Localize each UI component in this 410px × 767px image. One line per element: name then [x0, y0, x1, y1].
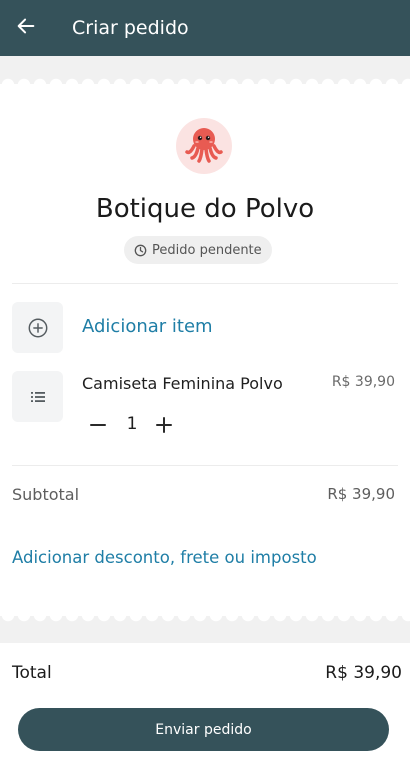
subtotal-label: Subtotal — [12, 485, 80, 504]
arrow-left-icon — [15, 15, 37, 41]
divider — [12, 283, 398, 284]
total-value: R$ 39,90 — [325, 663, 402, 683]
divider — [12, 465, 398, 466]
increment-button[interactable] — [151, 412, 177, 438]
app-bar: Criar pedido — [0, 0, 410, 56]
submit-order-button[interactable]: Enviar pedido — [18, 708, 389, 751]
plus-circle-icon — [27, 317, 49, 339]
octopus-icon — [182, 122, 226, 170]
quantity-value: 1 — [126, 414, 138, 434]
order-receipt: Botique do Polvo Pedido pendente Adicion… — [0, 77, 410, 623]
decrement-button[interactable] — [85, 412, 111, 438]
subtotal-value: R$ 39,90 — [327, 485, 395, 503]
minus-icon — [89, 416, 107, 434]
status-badge: Pedido pendente — [124, 236, 272, 264]
status-label: Pedido pendente — [152, 242, 262, 258]
total-bar: Total R$ 39,90 Enviar pedido — [0, 643, 410, 767]
item-price: R$ 39,90 — [331, 374, 395, 390]
add-item-icon-button[interactable] — [12, 302, 63, 353]
store-name: Botique do Polvo — [95, 194, 315, 224]
plus-icon — [155, 416, 173, 434]
add-discount-link[interactable]: Adicionar desconto, frete ou imposto — [12, 548, 317, 567]
item-icon — [12, 371, 63, 422]
add-item-link[interactable]: Adicionar item — [82, 316, 213, 337]
clock-icon — [134, 244, 147, 257]
back-button[interactable] — [2, 0, 50, 56]
total-label: Total — [12, 663, 52, 683]
page-title: Criar pedido — [72, 17, 189, 39]
item-name: Camiseta Feminina Polvo — [82, 374, 283, 393]
list-icon — [28, 387, 48, 407]
store-avatar — [176, 118, 232, 174]
